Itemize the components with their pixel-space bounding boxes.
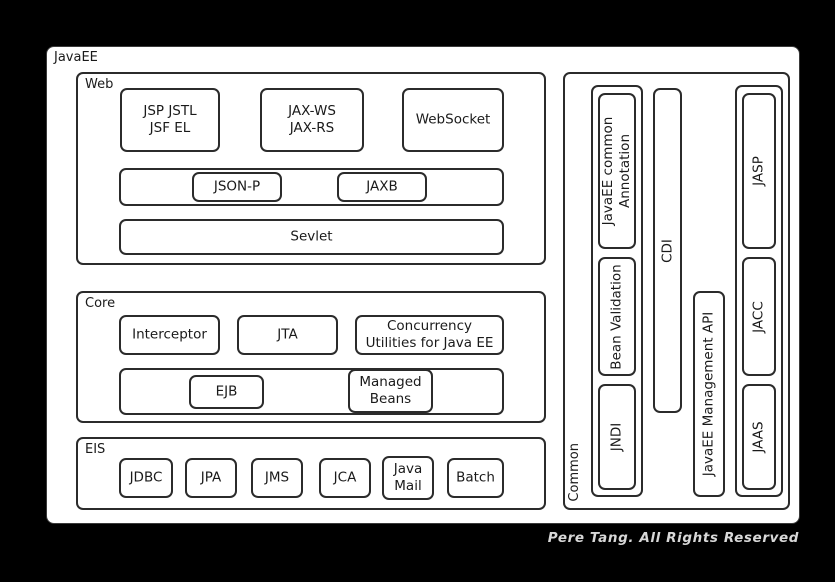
core-box-managed-beans-label: Managed Beans <box>359 374 422 407</box>
core-box-interceptor-label: Interceptor <box>132 326 207 343</box>
eis-box-jms-label: JMS <box>264 469 290 486</box>
common-box-jndi[interactable]: JNDI <box>598 384 636 490</box>
web-box-json-p[interactable]: JSON-P <box>192 172 282 202</box>
common-box-javaee-common-annotation[interactable]: JavaEE common Annotation <box>598 93 636 249</box>
core-box-managed-beans[interactable]: Managed Beans <box>348 369 433 413</box>
eis-box-jdbc-label: JDBC <box>129 469 163 486</box>
common-box-javaee-management-api[interactable]: JavaEE Management API <box>693 291 725 497</box>
eis-box-jpa-label: JPA <box>200 469 222 486</box>
eis-box-batch[interactable]: Batch <box>447 458 504 498</box>
eis-box-jca-label: JCA <box>333 469 357 486</box>
common-box-jasp-label: JASP <box>750 156 767 186</box>
web-box-jaxb-label: JAXB <box>366 178 398 195</box>
web-box-jaxb[interactable]: JAXB <box>337 172 427 202</box>
core-box-ejb[interactable]: EJB <box>189 375 264 409</box>
common-box-jaas-label: JAAS <box>750 421 767 453</box>
common-box-javaee-management-api-label: JavaEE Management API <box>700 311 717 477</box>
web-box-websocket-label: WebSocket <box>415 111 491 128</box>
eis-label: EIS <box>85 442 106 457</box>
web-box-jaxws-jaxrs[interactable]: JAX-WS JAX-RS <box>260 88 364 152</box>
core-box-jta-label: JTA <box>277 326 298 343</box>
web-box-jsp-jstl-jsf-el[interactable]: JSP JSTL JSF EL <box>120 88 220 152</box>
common-box-jaas[interactable]: JAAS <box>742 384 776 490</box>
common-box-jacc-label: JACC <box>750 300 767 333</box>
eis-box-jpa[interactable]: JPA <box>185 458 237 498</box>
core-box-concurrency-utilities-label: Concurrency Utilities for Java EE <box>365 318 494 351</box>
javaee-label: JavaEE <box>54 50 98 65</box>
common-box-javaee-common-annotation-label: JavaEE common Annotation <box>600 116 633 226</box>
eis-box-java-mail-label: Java Mail <box>393 461 423 494</box>
common-box-bean-validation[interactable]: Bean Validation <box>598 257 636 376</box>
web-row2-container <box>119 168 504 206</box>
web-box-websocket[interactable]: WebSocket <box>402 88 504 152</box>
common-box-jndi-label: JNDI <box>608 422 625 452</box>
core-box-ejb-label: EJB <box>215 383 238 400</box>
core-box-interceptor[interactable]: Interceptor <box>119 315 220 355</box>
eis-box-jms[interactable]: JMS <box>251 458 303 498</box>
eis-box-java-mail[interactable]: Java Mail <box>382 456 434 500</box>
core-box-concurrency-utilities[interactable]: Concurrency Utilities for Java EE <box>355 315 504 355</box>
core-label: Core <box>85 296 116 311</box>
web-box-servlet-label: Sevlet <box>290 228 333 245</box>
common-box-bean-validation-label: Bean Validation <box>608 263 625 370</box>
web-label: Web <box>85 77 114 92</box>
core-box-jta[interactable]: JTA <box>237 315 338 355</box>
diagram-canvas: JavaEE Web JSP JSTL JSF EL JAX-WS JAX-RS… <box>0 0 835 582</box>
web-box-json-p-label: JSON-P <box>213 178 261 195</box>
common-box-jacc[interactable]: JACC <box>742 257 776 376</box>
footer-credit: Pere Tang. All Rights Reserved <box>547 530 799 546</box>
web-box-jaxws-jaxrs-label: JAX-WS JAX-RS <box>288 103 336 136</box>
common-box-cdi-label: CDI <box>659 238 675 263</box>
common-box-cdi[interactable]: CDI <box>653 88 682 413</box>
core-row2-container <box>119 368 504 415</box>
web-box-jsp-jstl-jsf-el-label: JSP JSTL JSF EL <box>143 103 197 136</box>
common-box-jasp[interactable]: JASP <box>742 93 776 249</box>
web-box-servlet[interactable]: Sevlet <box>119 219 504 255</box>
eis-box-jca[interactable]: JCA <box>319 458 371 498</box>
eis-box-batch-label: Batch <box>456 469 495 486</box>
eis-box-jdbc[interactable]: JDBC <box>119 458 173 498</box>
common-label: Common <box>567 443 582 502</box>
